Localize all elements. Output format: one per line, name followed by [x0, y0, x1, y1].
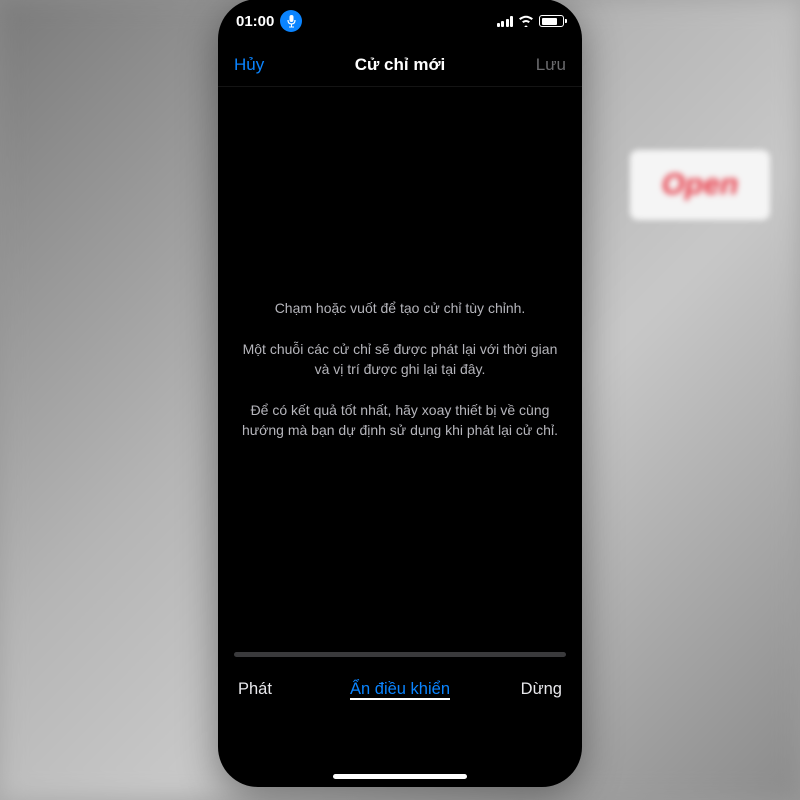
- toolbar: Phát Ẩn điều khiển Dừng: [218, 665, 582, 713]
- background-sign: Open: [630, 150, 770, 220]
- stop-button[interactable]: Dừng: [507, 680, 562, 699]
- status-left: 01:00: [236, 10, 302, 32]
- playback-progress[interactable]: [234, 652, 566, 657]
- phone-frame: 01:00 H: [218, 0, 582, 787]
- wifi-icon: [518, 15, 534, 27]
- status-bar: 01:00: [218, 0, 582, 43]
- hint-text-2: Một chuỗi các cử chỉ sẽ được phát lại vớ…: [242, 340, 558, 379]
- save-button[interactable]: Lưu: [516, 55, 566, 75]
- home-indicator[interactable]: [333, 774, 467, 779]
- play-button[interactable]: Phát: [238, 680, 293, 699]
- page-title: Cử chỉ mới: [355, 55, 446, 75]
- battery-icon: [539, 15, 564, 27]
- status-time: 01:00: [236, 13, 274, 30]
- hide-controls-button[interactable]: Ẩn điều khiển: [350, 680, 450, 699]
- hint-text-1: Chạm hoặc vuốt để tạo cử chỉ tùy chỉnh.: [275, 299, 526, 319]
- gesture-canvas[interactable]: Chạm hoặc vuốt để tạo cử chỉ tùy chỉnh. …: [218, 87, 582, 652]
- navigation-bar: Hủy Cử chỉ mới Lưu: [218, 43, 582, 87]
- status-right: [497, 15, 565, 27]
- cellular-signal-icon: [497, 16, 514, 27]
- mic-recording-icon: [280, 10, 302, 32]
- hint-text-3: Để có kết quả tốt nhất, hãy xoay thiết b…: [242, 401, 558, 440]
- cancel-button[interactable]: Hủy: [234, 55, 284, 75]
